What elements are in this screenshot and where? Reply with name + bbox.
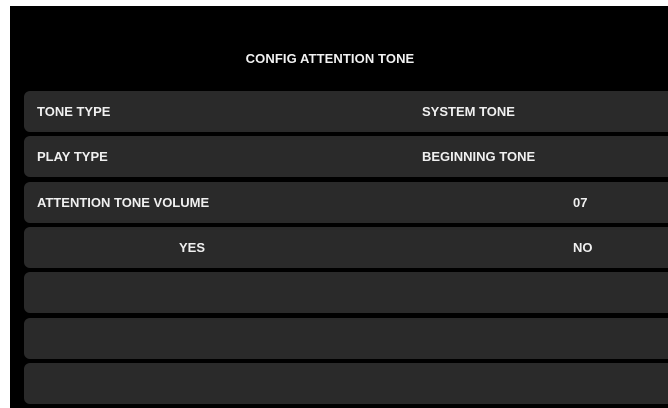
attention-tone-volume-row[interactable]: ATTENTION TONE VOLUME 07 xyxy=(24,182,668,223)
yes-button[interactable]: YES xyxy=(179,227,205,268)
tone-type-value: SYSTEM TONE xyxy=(422,104,515,119)
attention-tone-volume-value: 07 xyxy=(573,195,588,210)
confirm-row: YES NO xyxy=(24,227,668,268)
page-title: CONFIG ATTENTION TONE xyxy=(245,51,415,66)
empty-row xyxy=(24,363,668,404)
config-screen: CONFIG ATTENTION TONE TONE TYPE SYSTEM T… xyxy=(10,6,668,408)
tone-type-row[interactable]: TONE TYPE SYSTEM TONE xyxy=(24,91,668,132)
attention-tone-volume-label: ATTENTION TONE VOLUME xyxy=(37,195,210,210)
empty-row xyxy=(24,318,668,359)
tone-type-label: TONE TYPE xyxy=(37,104,111,119)
no-button[interactable]: NO xyxy=(573,227,593,268)
play-type-value: BEGINNING TONE xyxy=(422,149,536,164)
play-type-row[interactable]: PLAY TYPE BEGINNING TONE xyxy=(24,136,668,177)
play-type-label: PLAY TYPE xyxy=(37,149,108,164)
empty-row xyxy=(24,272,668,313)
